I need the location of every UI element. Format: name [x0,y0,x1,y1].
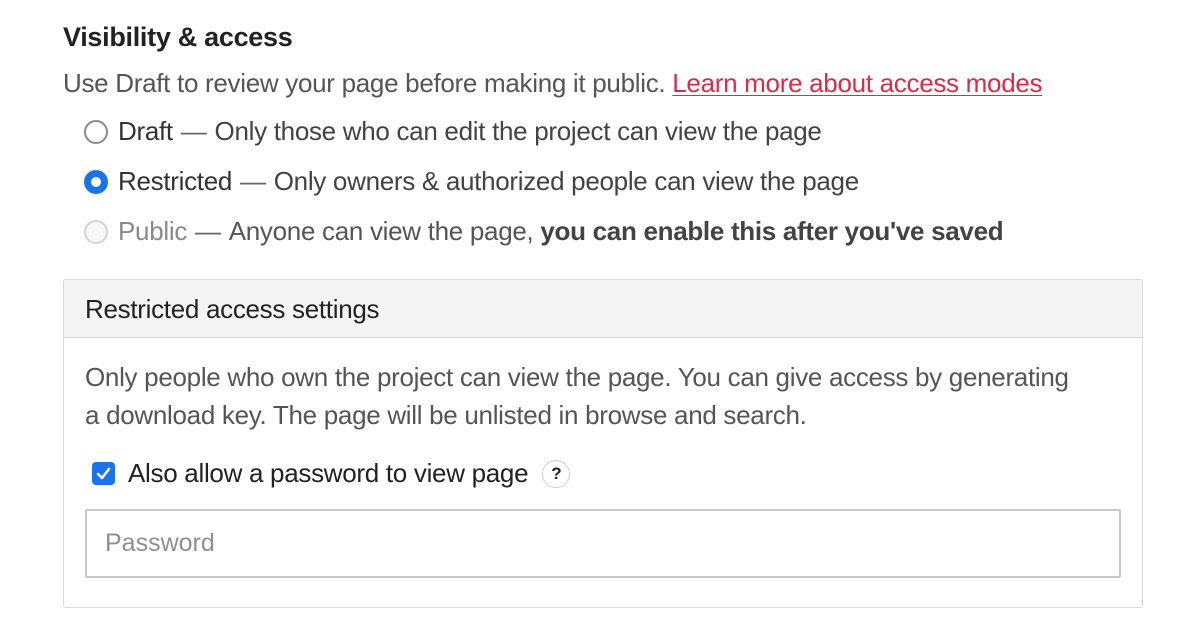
draft-description: Only those who can edit the project can … [214,116,822,146]
public-label: Public [118,216,188,246]
panel-description: Only people who own the project can view… [85,362,1069,430]
password-checkbox[interactable] [92,462,115,485]
access-modes-link[interactable]: Learn more about access modes [672,68,1042,98]
password-input[interactable] [85,509,1121,578]
restricted-separator: — [240,166,266,196]
radio-option-public: Public — Anyone can view the page, you c… [84,216,1004,247]
draft-label: Draft [118,116,173,146]
password-option-row[interactable]: Also allow a password to view page ? [92,458,571,489]
radio-option-draft[interactable]: Draft — Only those who can edit the proj… [84,116,822,147]
restricted-label: Restricted [118,166,233,196]
restricted-radio[interactable] [84,169,108,194]
password-checkbox-label: Also allow a password to view page [128,458,529,488]
public-separator: — [195,216,221,246]
draft-separator: — [180,116,207,146]
public-radio [84,219,108,244]
restricted-access-panel: Restricted access settings Only people w… [63,279,1143,608]
public-description: Anyone can view the page, [228,216,534,246]
intro-text: Use Draft to review your page before mak… [63,68,1043,99]
public-description-bold: you can enable this after you've saved [540,216,1004,246]
help-icon[interactable]: ? [542,459,571,488]
section-title: Visibility & access [63,22,293,52]
restricted-description: Only owners & authorized people can view… [273,166,859,196]
visibility-access-section: Visibility & access Use Draft to review … [0,0,1200,643]
intro-description: Use Draft to review your page before mak… [63,68,666,98]
checkmark-icon [96,467,111,480]
radio-option-restricted[interactable]: Restricted — Only owners & authorized pe… [84,166,859,197]
panel-title: Restricted access settings [64,280,1142,338]
draft-radio[interactable] [84,119,108,144]
